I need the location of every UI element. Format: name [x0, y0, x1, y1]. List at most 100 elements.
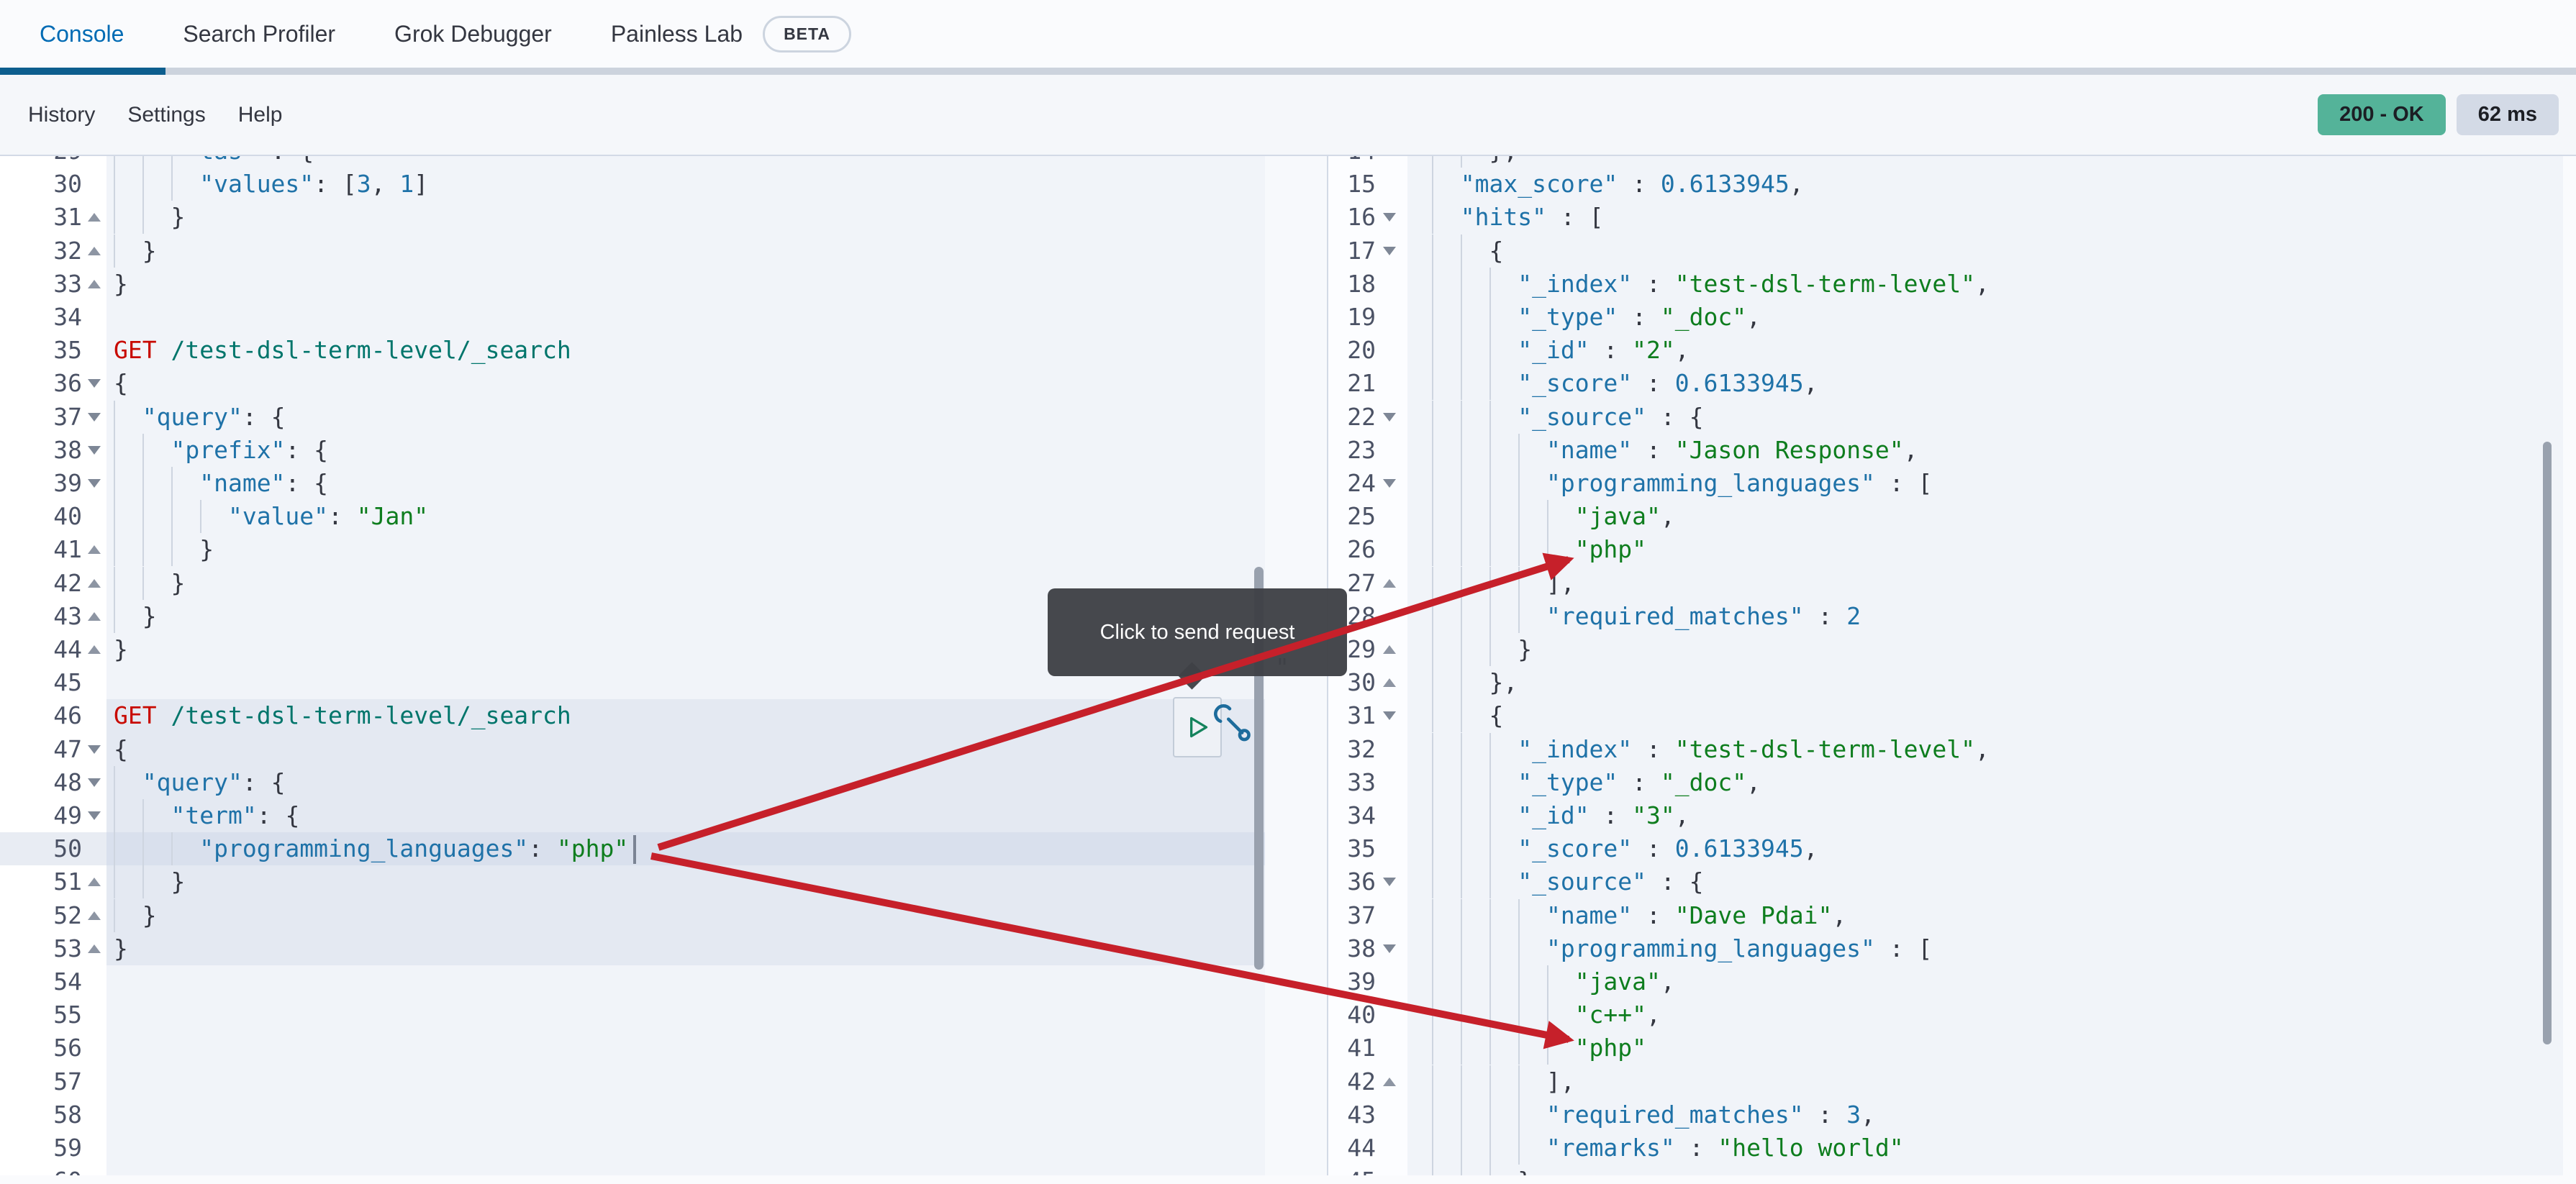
fold-up-icon[interactable] [88, 911, 101, 920]
code-line: } [114, 201, 185, 234]
fold-down-icon[interactable] [1383, 246, 1396, 255]
code-line: ], [1432, 566, 1575, 600]
code-line: "programming_languages" : [ [1432, 932, 1932, 965]
line-number: 40 [53, 502, 82, 531]
line-number: 38 [53, 435, 82, 464]
code-line: "java", [1432, 965, 1675, 998]
fold-up-icon[interactable] [88, 944, 101, 953]
line-number: 42 [53, 568, 82, 597]
line-number: 24 [1347, 469, 1376, 497]
code-line: "_index" : "test-dsl-term-level", [1432, 267, 1990, 301]
tab-painless-lab-label: Painless Lab [610, 20, 743, 47]
code-line: { [114, 734, 128, 763]
menu-help[interactable]: Help [234, 103, 287, 127]
fold-down-icon[interactable] [88, 412, 101, 422]
top-tab-bar: Console Search Profiler Grok Debugger Pa… [0, 0, 2576, 75]
fold-down-icon[interactable] [1383, 711, 1396, 721]
code-line: "required_matches" : 2 [1432, 599, 1861, 633]
code-line: "name" : "Jason Response", [1432, 433, 1918, 467]
tab-console[interactable]: Console [40, 21, 124, 47]
code-line: "_index" : "test-dsl-term-level", [1432, 732, 1990, 766]
code-line: "name" : "Dave Pdai", [1432, 898, 1846, 932]
code-line: GET /test-dsl-term-level/_search [114, 701, 571, 730]
fold-up-icon[interactable] [1383, 678, 1396, 688]
fold-down-icon[interactable] [88, 379, 101, 388]
fold-up-icon[interactable] [88, 645, 101, 654]
kibana-dev-tools-console: Console Search Profiler Grok Debugger Pa… [0, 0, 2576, 1184]
code-line: "value": "Jan" [114, 500, 428, 534]
line-number: 50 [53, 834, 82, 863]
code-line: "java", [1432, 500, 1675, 534]
fold-down-icon[interactable] [1383, 944, 1396, 953]
beta-badge: BETA [763, 15, 851, 53]
line-number: 21 [1347, 369, 1376, 398]
code-line: } [114, 566, 185, 600]
fold-down-icon[interactable] [1383, 479, 1396, 488]
code-line: "php" [1432, 533, 1646, 567]
code-line: "prefix": { [114, 433, 328, 467]
request-options-button[interactable] [1213, 704, 1255, 746]
latency-badge: 62 ms [2456, 94, 2559, 135]
line-number: 32 [53, 236, 82, 265]
fold-up-icon[interactable] [1383, 1077, 1396, 1086]
tab-grok-debugger-label: Grok Debugger [394, 20, 552, 47]
line-number: 53 [53, 934, 82, 962]
code-line: "_type" : "_doc", [1432, 301, 1761, 334]
fold-up-icon[interactable] [1383, 645, 1396, 654]
tab-search-profiler[interactable]: Search Profiler [183, 21, 335, 47]
code-line: GET /test-dsl-term-level/_search [114, 336, 571, 365]
code-line: "_score" : 0.6133945, [1432, 367, 1818, 401]
menu-settings[interactable]: Settings [123, 103, 209, 127]
code-line: }, [1432, 156, 1518, 168]
fold-down-icon[interactable] [1383, 412, 1396, 422]
fold-up-icon[interactable] [88, 246, 101, 255]
code-line: "hits" : [ [1432, 201, 1603, 234]
line-number: 51 [53, 867, 82, 896]
fold-up-icon[interactable] [88, 578, 101, 588]
line-number: 35 [53, 336, 82, 365]
line-number: 23 [1347, 435, 1376, 464]
line-number: 37 [1347, 901, 1376, 929]
fold-up-icon[interactable] [88, 611, 101, 621]
line-number: 18 [1347, 269, 1376, 298]
tab-painless-lab[interactable]: Painless Lab BETA [610, 15, 851, 53]
fold-up-icon[interactable] [88, 545, 101, 555]
response-editor-scrollbar[interactable] [2543, 442, 2552, 1044]
code-line: "_source" : { [1432, 865, 1704, 899]
tab-grok-debugger[interactable]: Grok Debugger [394, 21, 552, 47]
fold-down-icon[interactable] [1383, 213, 1396, 222]
tab-search-profiler-label: Search Profiler [183, 20, 336, 47]
line-number: 38 [1347, 934, 1376, 962]
fold-up-icon[interactable] [1383, 578, 1396, 588]
fold-down-icon[interactable] [88, 778, 101, 787]
line-number: 44 [1347, 1134, 1376, 1162]
line-number: 35 [1347, 834, 1376, 863]
text-cursor [633, 835, 636, 864]
line-number: 14 [1328, 156, 1376, 168]
fold-up-icon[interactable] [88, 213, 101, 222]
code-line: "required_matches" : 3, [1432, 1098, 1875, 1131]
line-number: 15 [1347, 170, 1376, 199]
code-line: } [114, 898, 157, 932]
menu-history[interactable]: History [24, 103, 99, 127]
fold-up-icon[interactable] [88, 878, 101, 887]
fold-up-icon[interactable] [88, 279, 101, 288]
line-number: 45 [53, 668, 82, 697]
play-icon [1190, 716, 1208, 738]
fold-down-icon[interactable] [88, 479, 101, 488]
fold-down-icon[interactable] [1383, 878, 1396, 887]
code-line: "programming_languages" : [ [1432, 467, 1932, 500]
code-line: { [1432, 699, 1503, 733]
code-line: } [114, 865, 185, 899]
code-line: "_id" : "3", [1432, 799, 1690, 832]
fold-down-icon[interactable] [88, 744, 101, 754]
line-number: 22 [1347, 402, 1376, 431]
code-line: } [114, 533, 214, 567]
line-number: 49 [53, 801, 82, 829]
fold-down-icon[interactable] [88, 811, 101, 820]
line-number: 34 [53, 303, 82, 331]
console-menu-bar: History Settings Help 200 - OK 62 ms [0, 75, 2576, 156]
fold-down-icon[interactable] [88, 445, 101, 455]
code-line: } [114, 599, 157, 633]
line-number: 26 [1347, 535, 1376, 564]
